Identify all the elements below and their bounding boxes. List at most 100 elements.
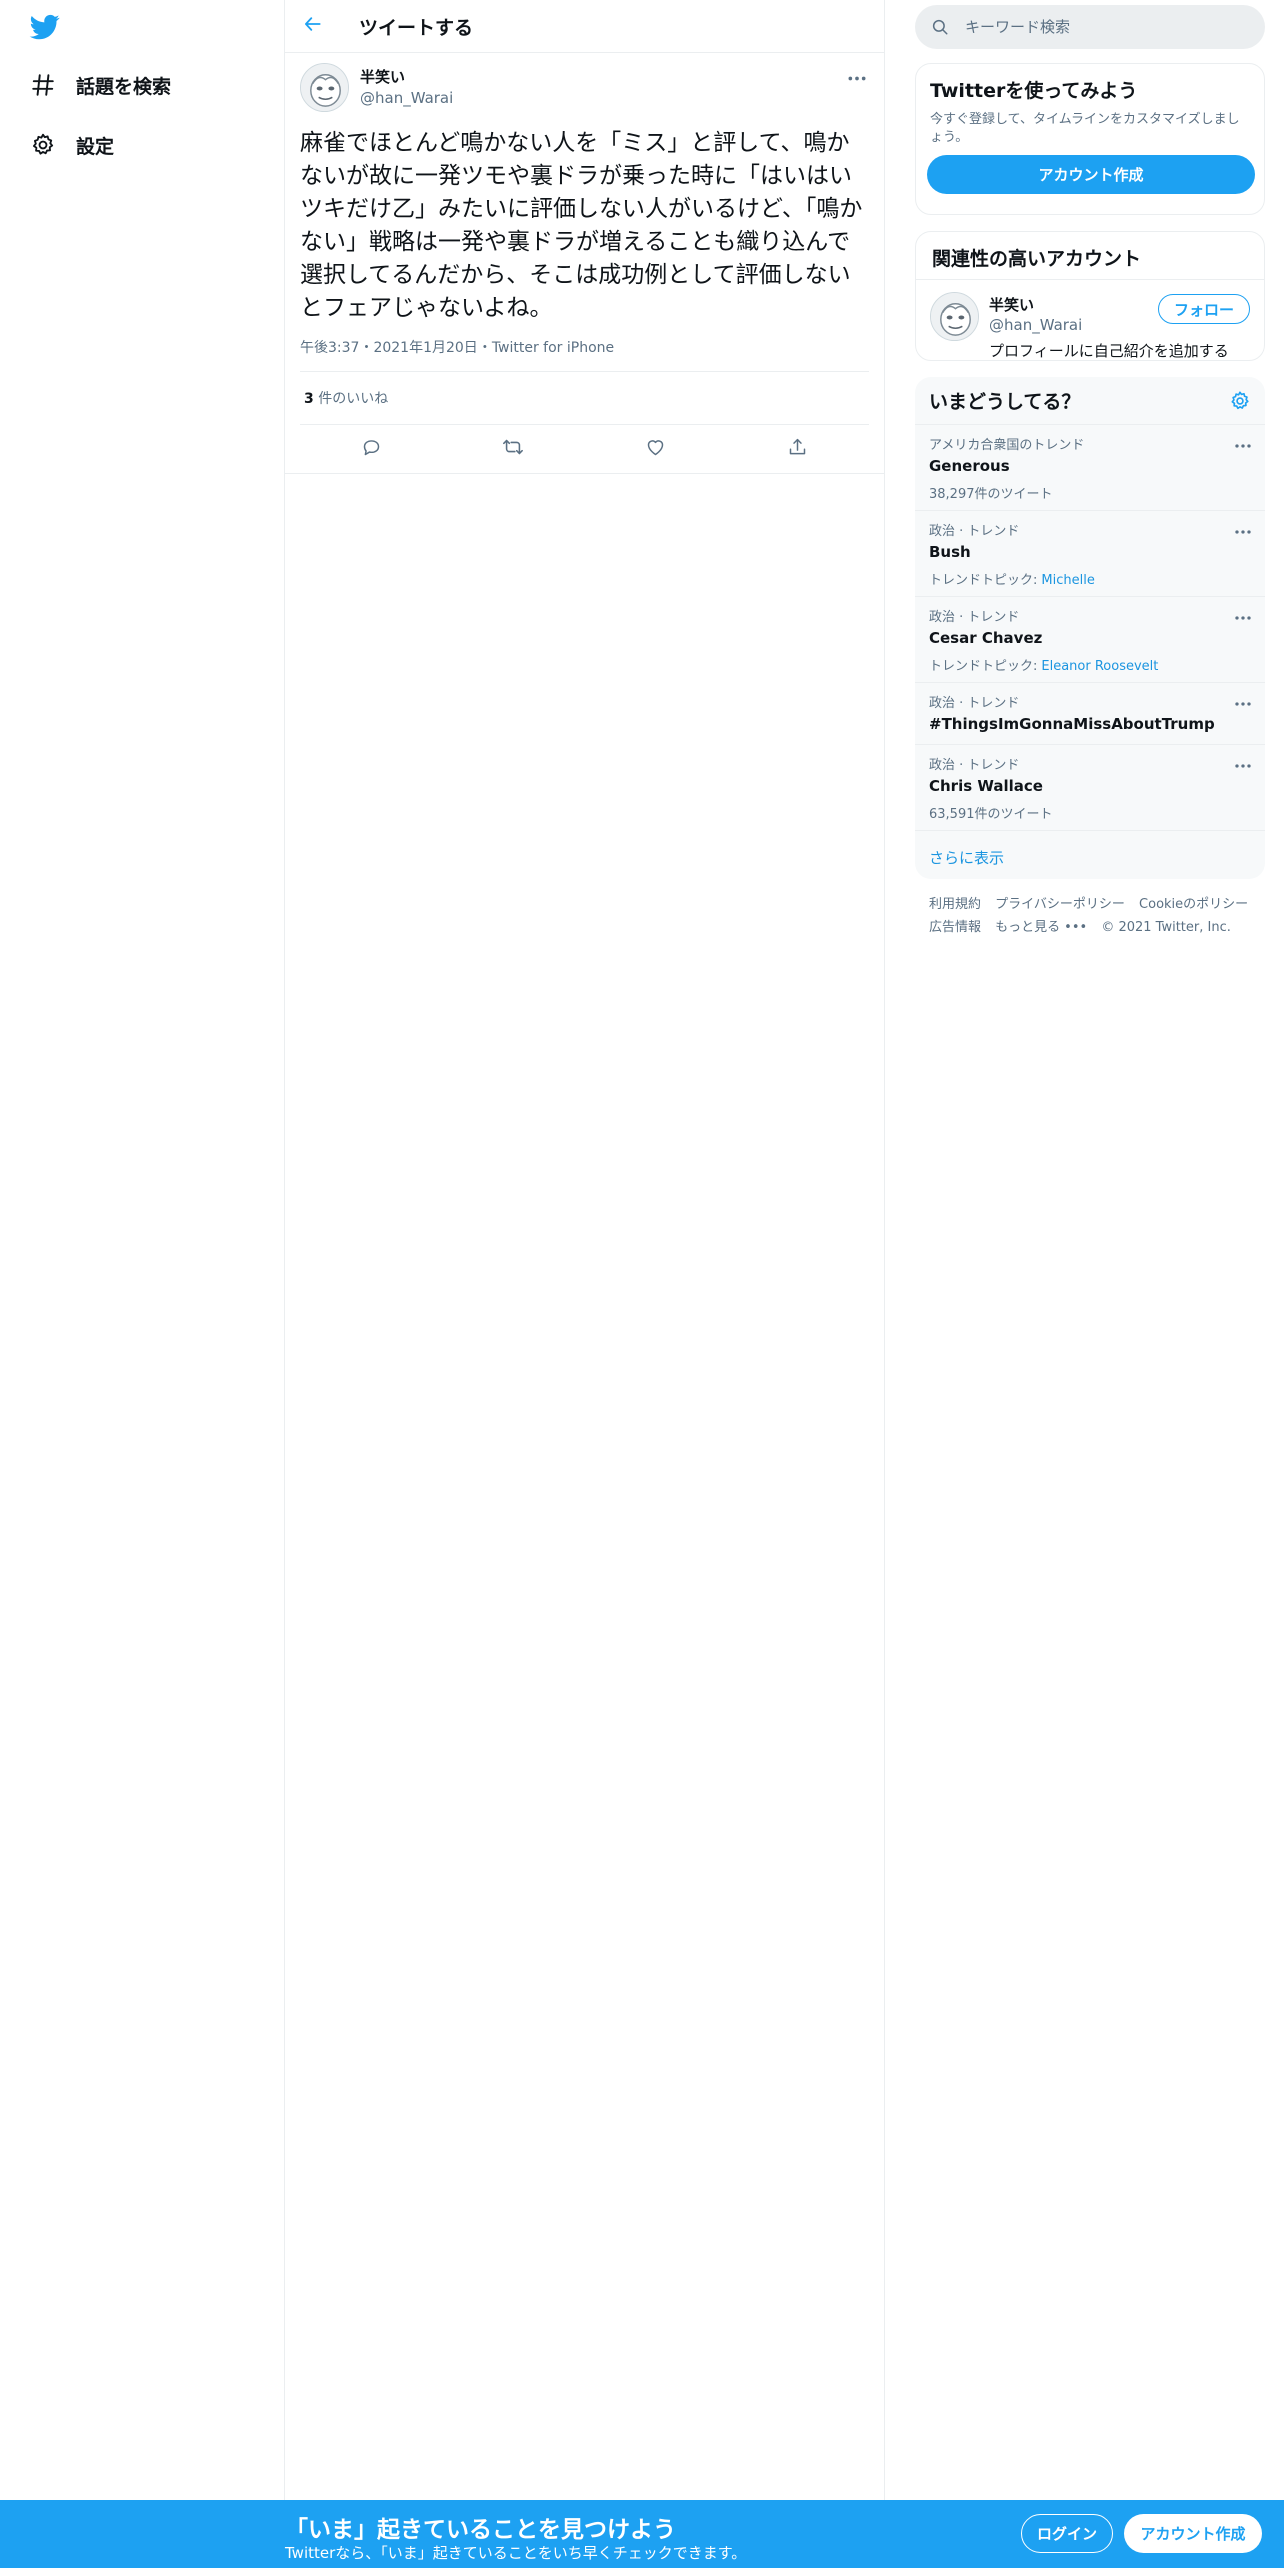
create-account-button[interactable]: アカウント作成 <box>927 155 1255 194</box>
like-button[interactable] <box>638 431 674 467</box>
tweet-date[interactable]: 2021年1月20日 <box>373 340 477 356</box>
tweet-text: 麻雀でほとんど鳴かない人を「ミス」と評して、鳴かないが故に一発ツモや裏ドラが乗っ… <box>300 130 863 321</box>
trend-meta: 63,591件のツイート <box>929 803 1251 822</box>
nav-label-explore: 話題を検索 <box>76 75 172 98</box>
trend-topic-link[interactable]: Eleanor Roosevelt <box>1041 659 1158 674</box>
trend-name: #ThingsImGonnaMissAboutTrump <box>929 715 1215 733</box>
trend-meta: 38,297件のツイート <box>929 483 1251 502</box>
signup-subtitle: 今すぐ登録して、タイムラインをカスタマイズしましょう。 <box>930 112 1240 145</box>
trend-meta-text: 38,297件のツイート <box>929 487 1053 502</box>
trend-item[interactable]: アメリカ合衆国のトレンド Generous 38,297件のツイート <box>915 425 1265 511</box>
tweet-source[interactable]: Twitter for iPhone <box>492 340 614 356</box>
related-bio: プロフィールに自己紹介を追加する <box>989 342 1229 360</box>
nav-label-settings: 設定 <box>76 135 115 158</box>
footer-more-link[interactable]: もっと見る ••• <box>995 920 1087 935</box>
avatar[interactable] <box>930 292 979 341</box>
trends-settings-gear-icon[interactable] <box>1229 390 1251 412</box>
share-icon <box>787 437 808 462</box>
related-account-row[interactable]: 半笑い @han_Warai プロフィールに自己紹介を追加する フォロー <box>916 280 1264 360</box>
reply-button[interactable] <box>353 431 389 467</box>
footer-copyright: © 2021 Twitter, Inc. <box>1101 920 1231 935</box>
tweet-meta: 午後3:37・2021年1月20日・Twitter for iPhone <box>300 337 869 372</box>
hashtag-icon <box>30 72 56 98</box>
retweet-icon <box>502 436 524 462</box>
trend-topic-link[interactable]: Michelle <box>1041 573 1094 588</box>
trend-item[interactable]: 政治 · トレンド Bush トレンドトピック: Michelle <box>915 511 1265 597</box>
search-box[interactable] <box>915 5 1265 49</box>
back-button[interactable] <box>295 8 331 44</box>
reply-icon <box>361 437 382 462</box>
trend-meta: トレンドトピック: Eleanor Roosevelt <box>929 655 1251 674</box>
trend-item[interactable]: 政治 · トレンド #ThingsImGonnaMissAboutTrump <box>915 683 1265 745</box>
follow-button[interactable]: フォロー <box>1158 294 1250 324</box>
trend-context: 政治 · トレンド <box>929 524 1020 539</box>
footer-more-label: もっと見る <box>995 920 1061 935</box>
trend-more-button[interactable] <box>1233 757 1253 769</box>
twitter-bird-icon[interactable] <box>28 12 62 42</box>
more-options-button[interactable] <box>845 67 869 85</box>
search-input[interactable] <box>965 18 1245 36</box>
trend-context: 政治 · トレンド <box>929 696 1020 711</box>
meta-separator: ・ <box>477 340 492 356</box>
author-name[interactable]: 半笑い <box>360 66 453 87</box>
footer-cookie-link[interactable]: Cookieのポリシー <box>1139 897 1248 912</box>
author-handle[interactable]: @han_Warai <box>360 89 453 107</box>
trend-more-button[interactable] <box>1233 609 1253 621</box>
trend-context: アメリカ合衆国のトレンド <box>929 438 1085 453</box>
footer-privacy-link[interactable]: プライバシーポリシー <box>995 897 1125 912</box>
trend-more-button[interactable] <box>1233 695 1253 707</box>
nav-item-explore[interactable]: 話題を検索 <box>30 65 171 105</box>
tweet-header: 半笑い @han_Warai <box>300 63 869 115</box>
trends-title: いまどうしてる？ <box>929 391 1081 413</box>
trends-header: いまどうしてる？ <box>915 377 1265 425</box>
retweet-button[interactable] <box>495 431 531 467</box>
author-block[interactable]: 半笑い @han_Warai <box>360 66 453 107</box>
meta-separator: ・ <box>359 340 374 356</box>
more-icon <box>1234 606 1252 625</box>
more-icon <box>1234 434 1252 453</box>
trend-name: Chris Wallace <box>929 777 1043 795</box>
trend-more-button[interactable] <box>1233 437 1253 449</box>
avatar[interactable] <box>300 63 349 112</box>
footer-terms-link[interactable]: 利用規約 <box>929 897 981 912</box>
trends-card: いまどうしてる？ アメリカ合衆国のトレンド Generous 38,297件のツ… <box>915 377 1265 879</box>
trend-meta-text: トレンドトピック: <box>929 659 1038 674</box>
nav-item-settings[interactable]: 設定 <box>30 125 114 165</box>
footer-ads-link[interactable]: 広告情報 <box>929 920 981 935</box>
main-column: ツイートする 半笑い @han_Warai 麻雀でほとんど鳴かない人を「ミス」と… <box>285 0 885 2568</box>
trend-item[interactable]: 政治 · トレンド Cesar Chavez トレンドトピック: Eleanor … <box>915 597 1265 683</box>
left-navigation: 話題を検索 設定 <box>0 0 285 2568</box>
trend-context: 政治 · トレンド <box>929 610 1020 625</box>
trend-context: 政治 · トレンド <box>929 758 1020 773</box>
signup-banner: 「いま」起きていることを見つけよう Twitterなら、「いま」起きていることを… <box>0 2500 1284 2568</box>
more-icon: ••• <box>1064 920 1088 935</box>
more-icon <box>1234 754 1252 773</box>
gear-icon <box>30 132 56 158</box>
heart-icon <box>645 437 666 462</box>
main-header: ツイートする <box>285 0 884 53</box>
trend-more-button[interactable] <box>1233 523 1253 535</box>
banner-create-account-button[interactable]: アカウント作成 <box>1124 2514 1262 2553</box>
share-button[interactable] <box>780 431 816 467</box>
page-title: ツイートする <box>359 16 474 39</box>
tweet-actions <box>300 425 869 473</box>
trend-name: Bush <box>929 543 971 561</box>
tweet: 半笑い @han_Warai 麻雀でほとんど鳴かない人を「ミス」と評して、鳴かな… <box>285 53 884 474</box>
trend-name: Generous <box>929 457 1010 475</box>
trend-item[interactable]: 政治 · トレンド Chris Wallace 63,591件のツイート <box>915 745 1265 831</box>
trend-meta-text: 63,591件のツイート <box>929 807 1053 822</box>
back-arrow-icon <box>303 14 323 38</box>
divider <box>285 473 884 474</box>
signup-card: Twitterを使ってみよう 今すぐ登録して、タイムラインをカスタマイズしましょ… <box>915 63 1265 215</box>
login-button[interactable]: ログイン <box>1021 2514 1113 2553</box>
related-accounts-card: 関連性の高いアカウント 半笑い @han_Warai プロフィールに自己紹介を追… <box>915 231 1265 361</box>
banner-subtitle: Twitterなら、「いま」起きていることをいち早くチェックできます。 <box>285 2544 747 2562</box>
trend-name: Cesar Chavez <box>929 629 1043 647</box>
trend-meta-text: トレンドトピック: <box>929 573 1038 588</box>
show-more-link[interactable]: さらに表示 <box>915 831 1265 879</box>
signup-title: Twitterを使ってみよう <box>930 80 1138 102</box>
more-icon <box>847 67 867 86</box>
like-label: 件のいいね <box>313 391 389 407</box>
likes-row[interactable]: 3 件のいいね <box>300 372 869 425</box>
tweet-time[interactable]: 午後3:37 <box>300 340 359 356</box>
